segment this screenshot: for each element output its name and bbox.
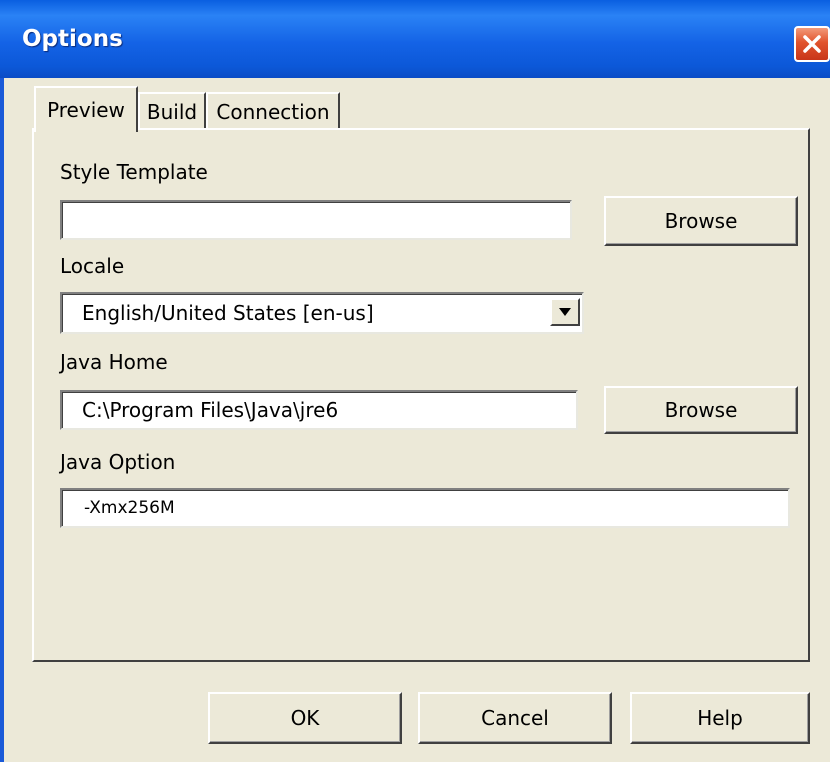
java-home-browse-label: Browse	[664, 398, 738, 422]
tab-connection[interactable]: Connection	[206, 92, 340, 130]
style-template-input[interactable]	[60, 200, 572, 240]
cancel-button-label: Cancel	[481, 706, 549, 730]
help-button-label: Help	[697, 706, 743, 730]
locale-selected-value: English/United States [en-us]	[82, 301, 374, 325]
style-template-browse-button[interactable]: Browse	[604, 196, 798, 246]
locale-label: Locale	[60, 254, 125, 278]
close-icon	[801, 33, 823, 55]
style-template-browse-label: Browse	[664, 209, 738, 233]
java-home-label: Java Home	[60, 350, 168, 374]
java-home-browse-button[interactable]: Browse	[604, 386, 798, 434]
close-button[interactable]	[794, 26, 830, 62]
style-template-label: Style Template	[60, 160, 208, 184]
tab-preview-label: Preview	[47, 98, 125, 122]
window-frame-left	[0, 78, 4, 762]
ok-button[interactable]: OK	[208, 692, 402, 744]
window-title: Options	[22, 26, 123, 52]
help-button[interactable]: Help	[630, 692, 810, 744]
locale-select[interactable]: English/United States [en-us]	[60, 292, 584, 334]
chevron-down-icon	[558, 307, 572, 317]
java-option-input[interactable]: -Xmx256M	[60, 488, 790, 528]
tab-build[interactable]: Build	[138, 92, 206, 130]
cancel-button[interactable]: Cancel	[418, 692, 612, 744]
title-bar[interactable]: Options	[0, 0, 830, 78]
options-dialog: Options Preview Build Connection Style T…	[0, 0, 830, 762]
ok-button-label: OK	[290, 706, 320, 730]
tab-build-label: Build	[146, 100, 198, 124]
java-home-input[interactable]: C:\Program Files\Java\jre6	[60, 390, 578, 430]
tab-connection-label: Connection	[216, 100, 330, 124]
tab-preview[interactable]: Preview	[34, 86, 138, 132]
locale-dropdown-button[interactable]	[550, 298, 580, 326]
java-option-label: Java Option	[60, 450, 176, 474]
